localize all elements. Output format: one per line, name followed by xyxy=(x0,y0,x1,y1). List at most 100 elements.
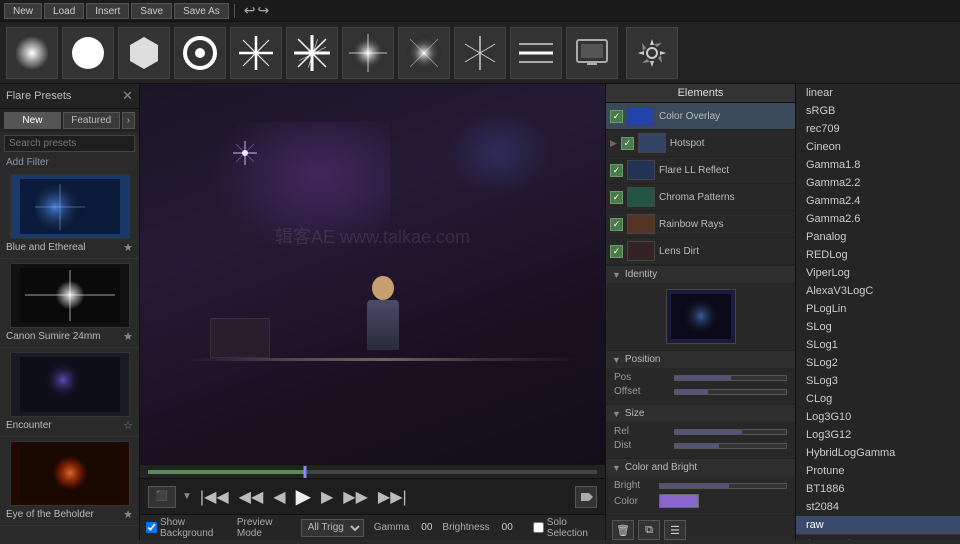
brush-starburst[interactable] xyxy=(342,27,394,79)
preset-item[interactable]: Eye of the Beholder ★ xyxy=(0,437,139,526)
position-header[interactable]: ▼ Position xyxy=(606,351,795,368)
skip-to-start-button[interactable]: |◀◀ xyxy=(198,485,231,509)
save-as-button[interactable]: Save As xyxy=(174,3,229,19)
cs-linear[interactable]: linear xyxy=(796,84,960,102)
cs-hybridloggamma[interactable]: HybridLogGamma xyxy=(796,444,960,462)
brush-hard-circle[interactable] xyxy=(62,27,114,79)
identity-header[interactable]: ▼ Identity xyxy=(606,266,795,283)
brush-soft-circle[interactable] xyxy=(6,27,58,79)
load-button[interactable]: Load xyxy=(44,3,84,19)
step-back-button[interactable]: ◀◀ xyxy=(237,485,266,509)
cs-slog3[interactable]: SLog3 xyxy=(796,372,960,390)
add-filter-button[interactable]: Add Filter xyxy=(0,155,139,170)
element-checkbox[interactable] xyxy=(610,110,623,123)
solo-selection-checkbox[interactable] xyxy=(533,522,544,533)
element-hotspot[interactable]: ▶ Hotspot xyxy=(606,130,795,157)
preset-star-icon[interactable]: ☆ xyxy=(123,419,133,432)
element-checkbox[interactable] xyxy=(621,137,634,150)
cs-gamma22[interactable]: Gamma2.2 xyxy=(796,174,960,192)
pos-row: Pos xyxy=(614,372,787,383)
preset-item[interactable]: Encounter ☆ xyxy=(0,348,139,437)
bright-slider[interactable] xyxy=(659,483,787,489)
brush-ring[interactable] xyxy=(174,27,226,79)
panel-close-button[interactable]: ✕ xyxy=(122,88,133,104)
brush-lines-h[interactable] xyxy=(510,27,562,79)
brush-hex[interactable] xyxy=(118,27,170,79)
camera-button[interactable]: ⬛ xyxy=(148,486,176,508)
element-checkbox[interactable] xyxy=(610,245,623,258)
show-background-checkbox[interactable] xyxy=(146,522,157,533)
preset-item[interactable]: Blue and Ethereal ★ xyxy=(0,170,139,259)
offset-slider[interactable] xyxy=(674,389,787,395)
delete-element-button[interactable]: 🗑 xyxy=(612,520,634,540)
preset-star-icon[interactable]: ★ xyxy=(123,330,133,343)
scrubber-track[interactable] xyxy=(148,470,597,474)
tab-featured[interactable]: Featured xyxy=(63,112,120,129)
step-forward-button[interactable]: ▶▶ xyxy=(341,485,370,509)
element-options-button[interactable]: ☰ xyxy=(664,520,686,540)
preset-item[interactable]: Canon Sumire 24mm ★ xyxy=(0,259,139,348)
camera-dropdown-arrow[interactable]: ▼ xyxy=(182,491,192,502)
cs-raw[interactable]: raw xyxy=(796,516,960,534)
element-color-overlay[interactable]: Color Overlay xyxy=(606,103,795,130)
prev-frame-button[interactable]: ◀ xyxy=(271,485,287,509)
cs-st2084[interactable]: st2084 xyxy=(796,498,960,516)
cs-ploglin[interactable]: PLogLin xyxy=(796,300,960,318)
preview-mode-select[interactable]: All Trigg xyxy=(301,519,364,537)
cs-viperlog[interactable]: ViperLog xyxy=(796,264,960,282)
brush-star-lines[interactable] xyxy=(454,27,506,79)
cs-log3g12[interactable]: Log3G12 xyxy=(796,426,960,444)
duplicate-element-button[interactable]: ⧉ xyxy=(638,520,660,540)
cs-panalog[interactable]: Panalog xyxy=(796,228,960,246)
record-button[interactable] xyxy=(575,486,597,508)
element-rainbow[interactable]: Rainbow Rays xyxy=(606,211,795,238)
cs-alexav3logc[interactable]: AlexaV3LogC xyxy=(796,282,960,300)
cs-slog2[interactable]: SLog2 xyxy=(796,354,960,372)
save-button[interactable]: Save xyxy=(131,3,172,19)
element-checkbox[interactable] xyxy=(610,218,623,231)
cs-cineon[interactable]: Cineon xyxy=(796,138,960,156)
cs-slog[interactable]: SLog xyxy=(796,318,960,336)
skip-to-end-button[interactable]: ▶▶| xyxy=(376,485,409,509)
pos-slider[interactable] xyxy=(674,375,787,381)
cs-gamma26[interactable]: Gamma2.6 xyxy=(796,210,960,228)
cs-redlog[interactable]: REDLog xyxy=(796,246,960,264)
tab-arrow[interactable]: › xyxy=(122,112,135,129)
cs-srgb[interactable]: sRGB xyxy=(796,102,960,120)
color-bright-header[interactable]: ▼ Color and Bright xyxy=(606,459,795,476)
cs-slog1[interactable]: SLog1 xyxy=(796,336,960,354)
next-frame-button[interactable]: ▶ xyxy=(319,485,335,509)
element-flare-ll[interactable]: Flare LL Reflect xyxy=(606,157,795,184)
preview-canvas[interactable]: 辑客AE www.talkae.com xyxy=(140,84,605,464)
element-checkbox[interactable] xyxy=(610,191,623,204)
insert-button[interactable]: Insert xyxy=(86,3,129,19)
cs-bt1886[interactable]: BT1886 xyxy=(796,480,960,498)
brush-starburst2[interactable] xyxy=(398,27,450,79)
scrubber-head[interactable] xyxy=(304,466,307,478)
element-chroma[interactable]: Chroma Patterns xyxy=(606,184,795,211)
cs-log3g10[interactable]: Log3G10 xyxy=(796,408,960,426)
rel-slider[interactable] xyxy=(674,429,787,435)
size-header[interactable]: ▼ Size xyxy=(606,405,795,422)
cs-clog[interactable]: CLog xyxy=(796,390,960,408)
undo-button[interactable]: ↩ xyxy=(244,2,256,19)
cs-gamma24[interactable]: Gamma2.4 xyxy=(796,192,960,210)
brush-multi-sparkle[interactable] xyxy=(286,27,338,79)
cs-protune[interactable]: Protune xyxy=(796,462,960,480)
preset-star-icon[interactable]: ★ xyxy=(123,241,133,254)
element-lens-dirt[interactable]: Lens Dirt xyxy=(606,238,795,265)
redo-button[interactable]: ↪ xyxy=(258,2,270,19)
new-button[interactable]: New xyxy=(4,3,42,19)
play-button[interactable]: ▶ xyxy=(294,482,313,511)
cs-rec709[interactable]: rec709 xyxy=(796,120,960,138)
brush-sparkle4[interactable] xyxy=(230,27,282,79)
gear-settings-button[interactable] xyxy=(626,27,678,79)
color-swatch[interactable] xyxy=(659,494,699,508)
dist-slider[interactable] xyxy=(674,443,787,449)
brush-thumbnail-frame[interactable] xyxy=(566,27,618,79)
tab-new[interactable]: New xyxy=(4,112,61,129)
preset-star-icon[interactable]: ★ xyxy=(123,508,133,521)
search-presets-input[interactable] xyxy=(4,135,135,152)
cs-gamma18[interactable]: Gamma1.8 xyxy=(796,156,960,174)
element-checkbox[interactable] xyxy=(610,164,623,177)
